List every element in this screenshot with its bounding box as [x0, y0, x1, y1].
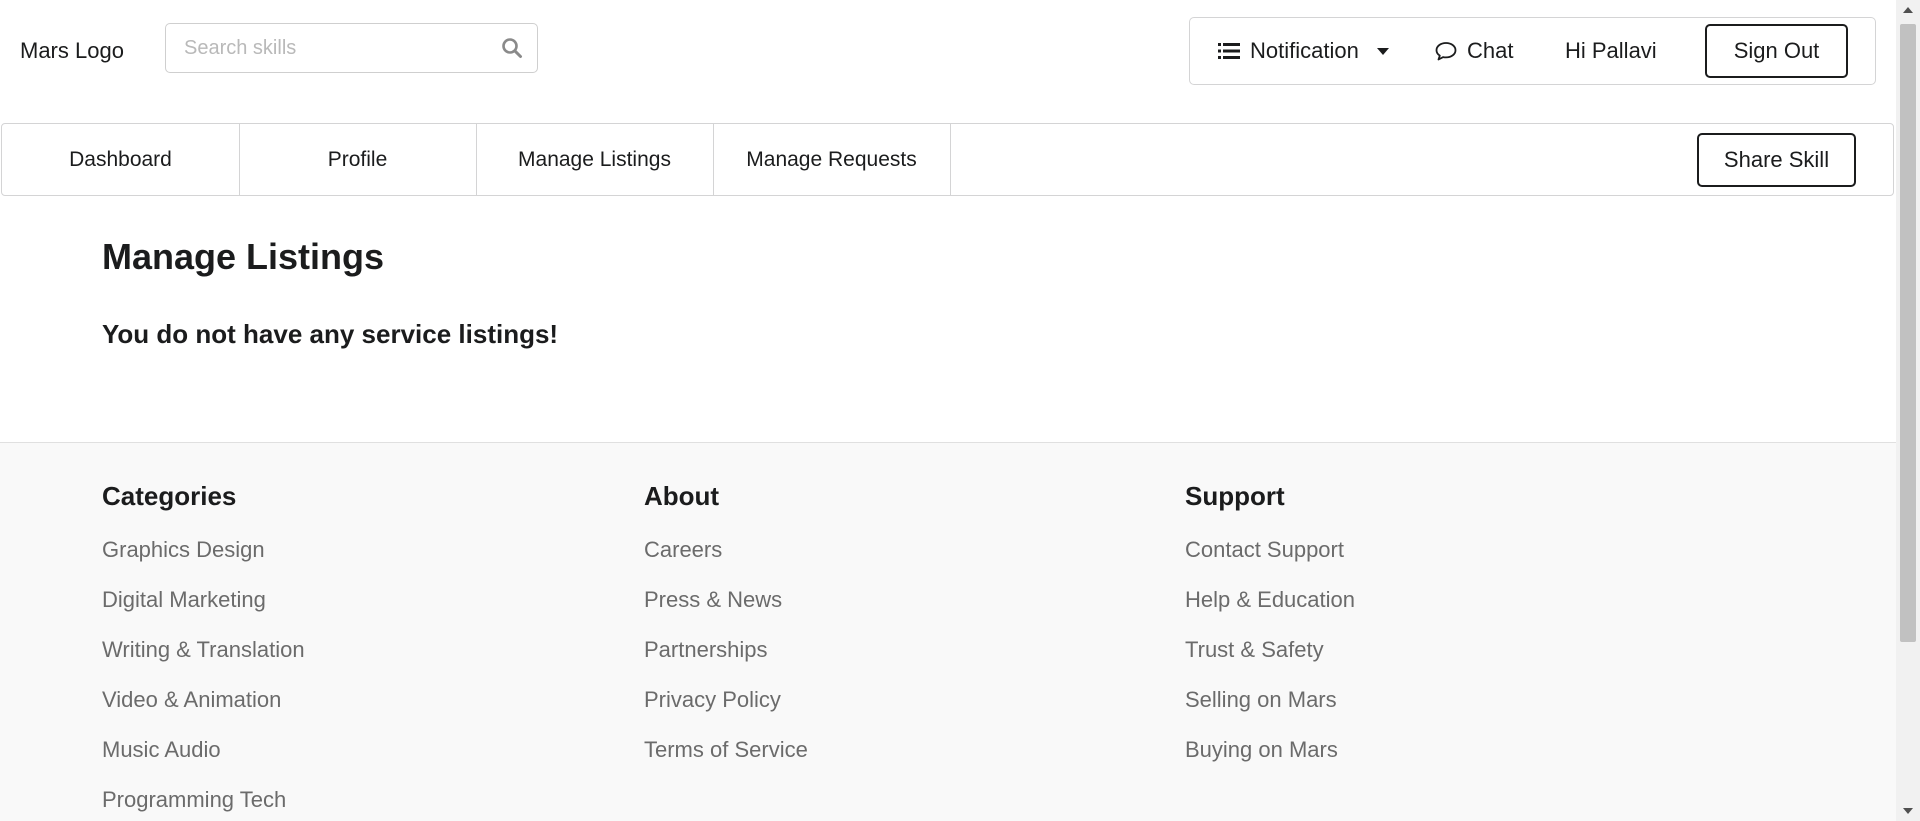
footer-link[interactable]: Contact Support — [1185, 535, 1355, 585]
notification-label: Notification — [1250, 38, 1359, 63]
footer-column-categories: Categories Graphics Design Digital Marke… — [102, 481, 305, 821]
footer-heading: Support — [1185, 481, 1285, 511]
footer-link[interactable]: Selling on Mars — [1185, 685, 1355, 735]
footer-link[interactable]: Writing & Translation — [102, 635, 305, 685]
tab-manage-requests[interactable]: Manage Requests — [713, 124, 951, 195]
footer-heading: About — [644, 481, 720, 511]
scroll-up-arrow-icon[interactable] — [1896, 0, 1920, 20]
footer-link[interactable]: Digital Marketing — [102, 585, 305, 635]
footer-heading: Categories — [102, 481, 237, 511]
caret-down-icon — [1376, 47, 1389, 55]
footer-link[interactable]: Careers — [644, 535, 808, 585]
footer-link[interactable]: Partnerships — [644, 635, 808, 685]
footer: Categories Graphics Design Digital Marke… — [0, 442, 1896, 821]
empty-state-message: You do not have any service listings! — [102, 319, 559, 349]
footer-link[interactable]: Programming Tech — [102, 785, 305, 821]
footer-link[interactable]: Help & Education — [1185, 585, 1355, 635]
page-title: Manage Listings — [102, 236, 385, 277]
list-icon — [1218, 43, 1240, 59]
footer-link[interactable]: Terms of Service — [644, 735, 808, 785]
footer-link[interactable]: Press & News — [644, 585, 808, 635]
top-menu: Notification Chat Hi Pallavi Sign Out — [1189, 17, 1876, 85]
chat-bubble-icon — [1435, 42, 1457, 61]
footer-link[interactable]: Video & Animation — [102, 685, 305, 735]
scrollbar-thumb[interactable] — [1900, 24, 1916, 642]
chat-label: Chat — [1467, 38, 1514, 63]
tab-dashboard[interactable]: Dashboard — [2, 124, 240, 195]
user-greeting[interactable]: Hi Pallavi — [1565, 18, 1657, 84]
footer-column-support: Support Contact Support Help & Education… — [1185, 481, 1355, 785]
site-logo[interactable]: Mars Logo — [20, 38, 124, 64]
footer-column-about: About Careers Press & News Partnerships … — [644, 481, 808, 785]
tab-profile[interactable]: Profile — [239, 124, 477, 195]
chat-link[interactable]: Chat — [1435, 18, 1513, 84]
footer-link[interactable]: Privacy Policy — [644, 685, 808, 735]
page: Mars Logo Notification Chat Hi Pallavi S… — [0, 0, 1896, 821]
footer-link[interactable]: Music Audio — [102, 735, 305, 785]
tab-manage-listings[interactable]: Manage Listings — [476, 124, 714, 195]
scroll-down-arrow-icon[interactable] — [1896, 801, 1920, 821]
search-icon[interactable] — [501, 37, 523, 59]
footer-link[interactable]: Trust & Safety — [1185, 635, 1355, 685]
search-input[interactable] — [184, 24, 484, 72]
search-box[interactable] — [165, 23, 538, 73]
footer-link[interactable]: Buying on Mars — [1185, 735, 1355, 785]
vertical-scrollbar[interactable] — [1896, 0, 1920, 821]
sign-out-button[interactable]: Sign Out — [1705, 24, 1848, 78]
footer-link[interactable]: Graphics Design — [102, 535, 305, 585]
notification-dropdown[interactable]: Notification — [1218, 18, 1389, 84]
share-skill-button[interactable]: Share Skill — [1697, 133, 1856, 187]
main-nav: Dashboard Profile Manage Listings Manage… — [1, 123, 1894, 196]
